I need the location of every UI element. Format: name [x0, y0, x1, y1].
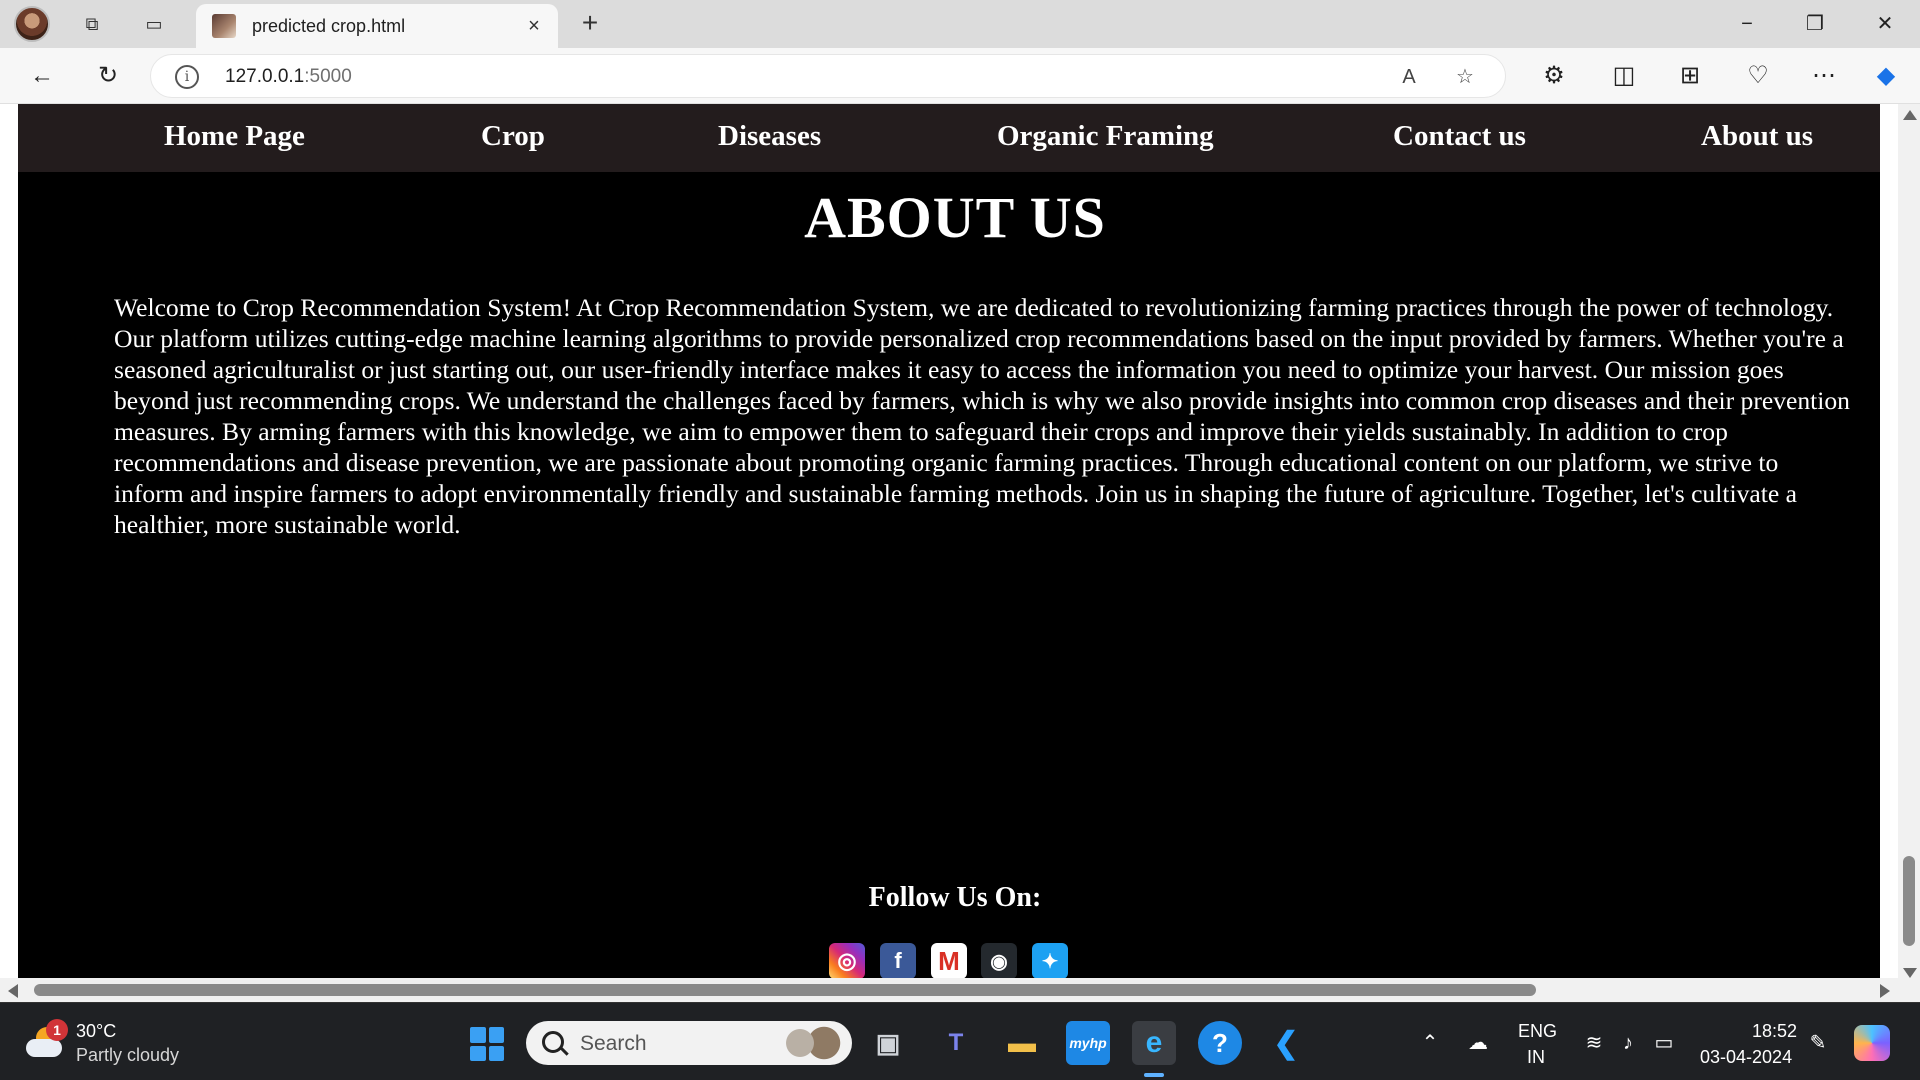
onedrive-cloud-icon[interactable]: ☁	[1464, 1029, 1492, 1057]
windows-start-icon[interactable]	[470, 1027, 504, 1061]
browser-essentials-icon[interactable]: ♡	[1740, 58, 1776, 94]
nav-contact-us[interactable]: Contact us	[1393, 120, 1526, 153]
github-icon[interactable]: ◉	[981, 943, 1017, 978]
horizontal-scroll-thumb[interactable]	[34, 984, 1536, 996]
new-tab-button[interactable]: +	[574, 8, 606, 40]
file-explorer-icon[interactable]: ▬	[1000, 1021, 1044, 1065]
gmail-icon[interactable]: M	[931, 943, 967, 978]
about-paragraph: Welcome to Crop Recommendation System! A…	[114, 293, 1850, 539]
region-indicator[interactable]: IN	[1527, 1047, 1545, 1068]
vscode-icon[interactable]: ❮	[1264, 1021, 1308, 1065]
search-icon	[542, 1031, 564, 1053]
page-viewport: Home Page Crop Diseases Organic Framing …	[0, 104, 1920, 1002]
edge-browser-icon[interactable]: e	[1132, 1021, 1176, 1065]
site-info-icon[interactable]: i	[175, 65, 199, 89]
read-aloud-icon[interactable]: A	[1395, 63, 1423, 91]
taskbar-search-box[interactable]: Search	[526, 1021, 852, 1065]
favorite-star-icon[interactable]: ☆	[1451, 63, 1479, 91]
follow-us-heading: Follow Us On:	[868, 882, 1042, 913]
nav-about-us[interactable]: About us	[1701, 120, 1813, 153]
close-window-button[interactable]: ✕	[1862, 6, 1908, 42]
clock-time[interactable]: 18:52	[1752, 1021, 1797, 1042]
minimize-button[interactable]: −	[1724, 6, 1770, 42]
refresh-icon[interactable]: ↻	[90, 58, 126, 94]
scroll-up-arrow-icon[interactable]	[1903, 110, 1917, 120]
search-label: Search	[580, 1032, 647, 1055]
active-app-indicator	[1144, 1073, 1164, 1077]
page-title: ABOUT US	[804, 185, 1106, 250]
weather-description[interactable]: Partly cloudy	[76, 1045, 179, 1066]
tab-predicted-crop[interactable]: predicted crop.html ×	[196, 4, 558, 48]
url-text: 127.0.0.1:5000	[225, 66, 352, 88]
back-arrow-icon[interactable]: ←	[24, 58, 60, 94]
vertical-scrollbar[interactable]	[1898, 104, 1920, 1002]
teams-icon[interactable]: T	[934, 1021, 978, 1065]
notification-badge: 1	[46, 1019, 68, 1041]
vertical-scroll-thumb[interactable]	[1903, 856, 1915, 946]
volume-icon[interactable]: ♪	[1614, 1029, 1642, 1057]
nav-organic-framing[interactable]: Organic Framing	[997, 120, 1214, 153]
browser-title-bar: ⧉ ▭ predicted crop.html × + − ❐ ✕	[0, 0, 1920, 48]
nav-diseases[interactable]: Diseases	[718, 120, 821, 153]
url-port: :5000	[304, 66, 352, 87]
close-icon[interactable]: ×	[520, 12, 548, 40]
split-screen-icon[interactable]: ◫	[1606, 58, 1642, 94]
facebook-icon[interactable]: f	[880, 943, 916, 978]
task-view-icon[interactable]: ▣	[866, 1021, 910, 1065]
help-icon[interactable]: ?	[1198, 1021, 1242, 1065]
tab-favicon	[212, 14, 236, 38]
nav-home-page[interactable]: Home Page	[164, 120, 305, 153]
extensions-icon[interactable]: ⚙	[1536, 58, 1572, 94]
address-bar[interactable]: i 127.0.0.1:5000 A ☆	[150, 54, 1506, 98]
myhp-icon[interactable]: myhp	[1066, 1021, 1110, 1065]
wifi-icon[interactable]: ≋	[1580, 1029, 1608, 1057]
weather-temperature[interactable]: 30°C	[76, 1021, 116, 1042]
windows-taskbar: 1 30°C Partly cloudy Search ▣ T ▬ myhp e…	[0, 1002, 1920, 1080]
cloud-icon	[26, 1039, 62, 1057]
about-page: Home Page Crop Diseases Organic Framing …	[18, 104, 1880, 978]
tab-actions-icon[interactable]: ▭	[138, 8, 170, 40]
copilot-icon[interactable]	[1854, 1025, 1890, 1061]
browser-toolbar: ← ↻ i 127.0.0.1:5000 A ☆ ⚙ ◫ ⊞ ♡ ⋯ ◆	[0, 48, 1920, 104]
battery-icon[interactable]: ▭	[1650, 1029, 1678, 1057]
clock-date[interactable]: 03-04-2024	[1700, 1047, 1792, 1068]
twitter-icon[interactable]: ✦	[1032, 943, 1068, 978]
url-host: 127.0.0.1	[225, 66, 305, 87]
site-nav-bar: Home Page Crop Diseases Organic Framing …	[18, 104, 1880, 172]
tab-title: predicted crop.html	[252, 16, 406, 36]
scroll-right-arrow-icon[interactable]	[1880, 984, 1890, 998]
copilot-sidebar-icon[interactable]: ◆	[1868, 58, 1904, 94]
collections-icon[interactable]: ⊞	[1672, 58, 1708, 94]
language-indicator[interactable]: ENG	[1518, 1021, 1557, 1042]
scroll-left-arrow-icon[interactable]	[8, 984, 18, 998]
nav-crop[interactable]: Crop	[481, 120, 545, 153]
scroll-down-arrow-icon[interactable]	[1903, 968, 1917, 978]
workspaces-icon[interactable]: ⧉	[76, 8, 108, 40]
restore-button[interactable]: ❐	[1792, 6, 1838, 42]
more-menu-icon[interactable]: ⋯	[1806, 58, 1842, 94]
notification-bell-icon[interactable]: ✎	[1804, 1029, 1832, 1057]
instagram-icon[interactable]: ◎	[829, 943, 865, 978]
profile-avatar[interactable]	[14, 6, 50, 42]
search-highlight-image	[782, 1025, 842, 1061]
horizontal-scrollbar[interactable]	[0, 978, 1898, 1002]
show-hidden-icons-chevron-icon[interactable]: ⌃	[1416, 1029, 1444, 1057]
